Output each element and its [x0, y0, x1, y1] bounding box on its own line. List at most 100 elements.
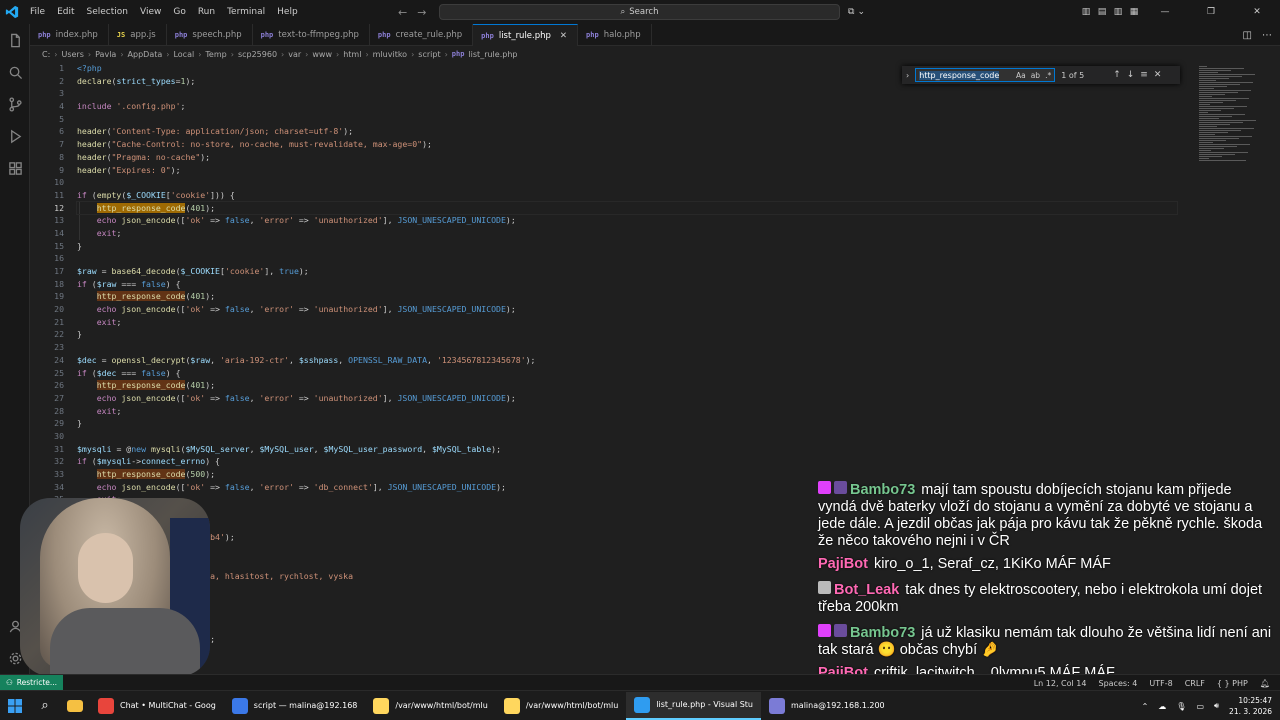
- indentation[interactable]: Spaces: 4: [1098, 679, 1137, 688]
- notifications-bell-icon[interactable]: 🔔︎: [1260, 679, 1270, 688]
- tab-speech-php[interactable]: php speech.php: [167, 24, 253, 46]
- split-editor-icon[interactable]: ◫: [1243, 30, 1252, 41]
- breadcrumb-item[interactable]: www: [312, 50, 332, 59]
- breadcrumb-item[interactable]: html: [343, 50, 361, 59]
- toggle-secondary-sidebar-icon[interactable]: ▥: [1110, 7, 1126, 17]
- breadcrumb-item[interactable]: script: [418, 50, 440, 59]
- remote-indicator[interactable]: ⚇ Restricte...: [0, 674, 64, 691]
- taskbar-app-button[interactable]: script — malina@192.168: [224, 692, 366, 720]
- customize-layout-icon[interactable]: ▦: [1126, 7, 1142, 17]
- find-input[interactable]: http_response_code Aa ab .*: [915, 68, 1056, 82]
- menu-run[interactable]: Run: [192, 0, 221, 24]
- breadcrumb-item[interactable]: scp25960: [238, 50, 277, 59]
- use-regex-toggle[interactable]: .*: [1045, 71, 1051, 80]
- end-of-line[interactable]: CRLF: [1185, 679, 1205, 688]
- find-in-selection-icon[interactable]: ≡: [1140, 70, 1148, 80]
- tab-create-rule-php[interactable]: php create_rule.php: [370, 24, 474, 46]
- minimap-line: [1199, 92, 1238, 93]
- tray-overflow-chevron-icon[interactable]: ⌃: [1142, 702, 1149, 711]
- file-explorer-icon[interactable]: [60, 691, 90, 720]
- chat-badge-icon: [818, 581, 831, 594]
- menu-help[interactable]: Help: [271, 0, 304, 24]
- minimize-button[interactable]: —: [1142, 7, 1188, 17]
- close-find-icon[interactable]: ✕: [1154, 70, 1162, 80]
- taskbar-app-button[interactable]: list_rule.php - Visual Stu: [626, 691, 761, 720]
- language-label: PHP: [1232, 678, 1248, 688]
- tab-text-to-ffmpeg-php[interactable]: php text-to-ffmpeg.php: [253, 24, 370, 46]
- chat-username[interactable]: Bot_Leak: [834, 582, 899, 598]
- next-match-icon[interactable]: ↓: [1127, 70, 1135, 80]
- chat-message: PajiBot kiro_o_1, Seraf_cz, 1KiKo MÁF MÁF: [812, 555, 1280, 574]
- chat-username[interactable]: Bambo73: [850, 625, 915, 641]
- forward-arrow-icon[interactable]: →: [417, 6, 426, 19]
- tab-list-rule-php[interactable]: php list_rule.php ✕: [473, 24, 579, 46]
- menu-edit[interactable]: Edit: [51, 0, 80, 24]
- minimap-line: [1199, 152, 1248, 153]
- breadcrumb-item[interactable]: var: [288, 50, 301, 59]
- chat-username[interactable]: Bambo73: [850, 482, 915, 498]
- close-window-button[interactable]: ✕: [1234, 7, 1280, 17]
- run-debug-icon[interactable]: [7, 128, 23, 144]
- search-icon[interactable]: [7, 64, 23, 80]
- php-file-icon: php: [38, 31, 51, 39]
- close-tab-icon[interactable]: ✕: [560, 31, 567, 41]
- menu-bar: File Edit Selection View Go Run Terminal…: [24, 0, 304, 24]
- volume-icon[interactable]: 🔊︎: [1214, 701, 1219, 711]
- clock[interactable]: 10:25:47 21. 3. 2026: [1229, 695, 1272, 717]
- extensions-icon[interactable]: [7, 160, 23, 176]
- taskbar-search-icon[interactable]: ⌕: [30, 691, 60, 720]
- app-icon: [769, 697, 785, 714]
- back-arrow-icon[interactable]: ←: [398, 6, 407, 19]
- tab-halo-php[interactable]: php halo.php: [578, 24, 652, 46]
- taskbar-app-button[interactable]: /var/www/html/bot/mlu: [496, 692, 626, 720]
- chat-badge-icon: [818, 624, 831, 637]
- toggle-replace-chevron-icon[interactable]: ›: [906, 71, 909, 80]
- match-whole-word-toggle[interactable]: ab: [1031, 71, 1040, 80]
- more-actions-icon[interactable]: ⋯: [1262, 30, 1272, 41]
- breadcrumb-item[interactable]: Pavla: [95, 50, 116, 59]
- breadcrumb-item[interactable]: Temp: [205, 50, 226, 59]
- toggle-primary-sidebar-icon[interactable]: ▥: [1078, 7, 1094, 17]
- microphone-icon[interactable]: 🎙︎: [1176, 702, 1186, 711]
- toggle-panel-icon[interactable]: ▤: [1094, 7, 1110, 17]
- command-center-search[interactable]: ⌕ Search: [439, 4, 840, 20]
- menu-view[interactable]: View: [134, 0, 167, 24]
- taskbar-app-button[interactable]: /var/www/html/bot/mlu: [365, 692, 495, 720]
- chat-message: Bambo73 já už klasiku nemám tak dlouho že…: [812, 621, 1280, 660]
- breadcrumb-item[interactable]: AppData: [128, 50, 163, 59]
- source-control-icon[interactable]: [7, 96, 23, 112]
- menu-terminal[interactable]: Terminal: [221, 0, 271, 24]
- chat-username[interactable]: PajiBot: [818, 556, 868, 572]
- restore-button[interactable]: ❐: [1188, 7, 1234, 17]
- menu-go[interactable]: Go: [167, 0, 191, 24]
- cursor-position[interactable]: Ln 12, Col 14: [1034, 679, 1087, 688]
- breadcrumb-item[interactable]: list_rule.php: [468, 50, 517, 59]
- explorer-icon[interactable]: [7, 32, 23, 48]
- menu-file[interactable]: File: [24, 0, 51, 24]
- tab-index-php[interactable]: php index.php: [30, 24, 109, 46]
- menu-selection[interactable]: Selection: [81, 0, 134, 24]
- breadcrumb-item[interactable]: mluvitko: [373, 50, 407, 59]
- breadcrumb-item[interactable]: Users: [61, 50, 83, 59]
- taskbar-app-button[interactable]: malina@192.168.1.200: [761, 692, 893, 720]
- code-line: exit;: [96, 405, 122, 416]
- minimap[interactable]: [1193, 62, 1273, 162]
- onedrive-icon[interactable]: ☁: [1158, 702, 1166, 711]
- windows-start-icon[interactable]: [0, 691, 30, 720]
- minimap-line: [1199, 142, 1213, 143]
- line-number: 28: [54, 405, 64, 416]
- network-icon[interactable]: ▭: [1196, 702, 1204, 711]
- language-mode[interactable]: { } PHP: [1217, 679, 1248, 688]
- file-encoding[interactable]: UTF-8: [1149, 679, 1172, 688]
- match-case-toggle[interactable]: Aa: [1016, 71, 1026, 80]
- breadcrumb-item[interactable]: Local: [173, 50, 194, 59]
- php-file-icon: php: [586, 31, 599, 39]
- breadcrumb-item[interactable]: C:: [42, 50, 50, 59]
- taskbar-app-button[interactable]: Chat • MultiChat - Goog: [90, 692, 224, 720]
- tab-app-js[interactable]: JS app.js: [109, 24, 167, 46]
- previous-match-icon[interactable]: ↑: [1113, 70, 1121, 80]
- find-widget: › http_response_code Aa ab .* 1 of 5 ↑ ↓…: [902, 66, 1180, 84]
- copilot-button[interactable]: ⧉ ⌄: [848, 4, 880, 20]
- code-line: if ($dec === false) {: [77, 367, 181, 378]
- code-line: }: [77, 418, 82, 429]
